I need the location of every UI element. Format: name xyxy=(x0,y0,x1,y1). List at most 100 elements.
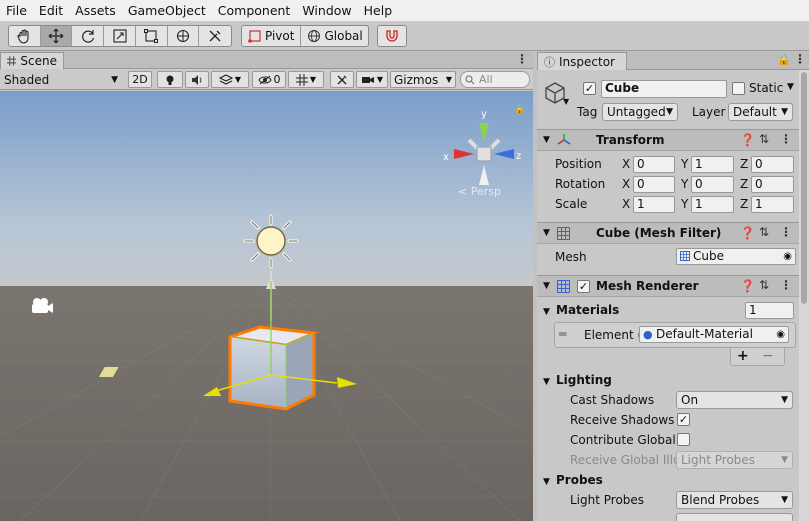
more-options-icon[interactable]: ⋮ xyxy=(780,132,792,146)
rotation-z-field[interactable]: 0 xyxy=(751,176,794,193)
contribute-gi-checkbox[interactable] xyxy=(677,433,690,446)
scale-x-field[interactable]: 1 xyxy=(633,196,675,213)
scale-tool-button[interactable] xyxy=(104,26,136,46)
help-icon[interactable]: ❓ xyxy=(740,226,755,240)
drag-handle-icon[interactable]: ═ xyxy=(559,327,566,341)
receive-shadows-checkbox[interactable]: ✓ xyxy=(677,413,690,426)
transform-title: Transform xyxy=(596,133,665,147)
object-picker-icon[interactable]: ◉ xyxy=(776,327,785,342)
more-options-icon[interactable]: ⋮ xyxy=(780,278,792,292)
magnet-icon xyxy=(386,30,398,42)
foldout-arrow-icon[interactable]: ▼ xyxy=(543,135,550,145)
mesh-filter-icon xyxy=(557,227,570,240)
active-checkbox[interactable]: ✓ xyxy=(583,82,596,95)
dropdown-arrow-icon: ▼ xyxy=(781,107,788,117)
scene-visibility-toggle[interactable]: 0 xyxy=(252,71,286,88)
menu-assets[interactable]: Assets xyxy=(69,0,122,21)
mesh-renderer-enabled-checkbox[interactable]: ✓ xyxy=(577,280,590,293)
more-options-icon[interactable]: ⋮ xyxy=(516,52,528,66)
menu-window[interactable]: Window xyxy=(296,0,357,21)
menu-help[interactable]: Help xyxy=(358,0,399,21)
grid-snap-button[interactable] xyxy=(378,26,406,46)
grid-dropdown[interactable]: ▼ xyxy=(288,71,324,88)
audio-toggle[interactable] xyxy=(185,71,209,88)
preset-icon[interactable]: ⇅ xyxy=(759,225,769,239)
menu-gameobject[interactable]: GameObject xyxy=(122,0,212,21)
preset-icon[interactable]: ⇅ xyxy=(759,132,769,146)
help-icon[interactable]: ❓ xyxy=(740,133,755,147)
materials-count-field[interactable]: 1 xyxy=(745,302,794,319)
scale-y-field[interactable]: 1 xyxy=(691,196,734,213)
mesh-filter-header[interactable]: ▼ Cube (Mesh Filter) ❓ ⇅ ⋮ xyxy=(537,222,799,244)
mode-2d-toggle[interactable]: 2D xyxy=(128,71,152,88)
help-icon[interactable]: ❓ xyxy=(740,279,755,293)
position-z-field[interactable]: 0 xyxy=(751,156,794,173)
effects-dropdown[interactable]: ▼ xyxy=(211,71,249,88)
mesh-renderer-icon xyxy=(557,280,570,293)
cast-shadows-dropdown[interactable]: On ▼ xyxy=(676,391,793,409)
inspector-scrollbar[interactable] xyxy=(799,70,809,521)
transform-header[interactable]: ▼ Transform ❓ ⇅ ⋮ xyxy=(537,129,799,151)
foldout-arrow-icon[interactable]: ▼ xyxy=(543,477,550,487)
foldout-arrow-icon[interactable]: ▼ xyxy=(543,281,550,291)
gizmos-dropdown[interactable]: Gizmos ▼ xyxy=(390,71,456,88)
material-field[interactable]: ● Default-Material ◉ xyxy=(639,326,789,343)
light-probes-dropdown[interactable]: Blend Probes ▼ xyxy=(676,491,793,509)
add-element-button[interactable]: + xyxy=(737,348,749,364)
foldout-arrow-icon[interactable]: ▼ xyxy=(543,377,550,387)
dropdown-arrow-icon[interactable]: ▼ xyxy=(787,82,794,92)
pivot-label: Pivot xyxy=(265,29,295,43)
dropdown-arrow-icon[interactable]: ▼ xyxy=(563,97,569,106)
scene-viewport[interactable]: y x z 🔒 < Persp xyxy=(0,91,533,521)
more-options-icon[interactable]: ⋮ xyxy=(780,225,792,239)
tag-label: Tag xyxy=(577,105,598,119)
search-input[interactable]: All xyxy=(460,71,530,88)
object-name-field[interactable]: Cube xyxy=(601,80,727,98)
scale-z-field[interactable]: 1 xyxy=(751,196,794,213)
more-options-icon[interactable]: ⋮ xyxy=(794,52,806,66)
info-icon: ⓘ xyxy=(544,55,555,69)
search-icon xyxy=(465,75,475,84)
snap-group xyxy=(377,25,407,47)
preset-icon[interactable]: ⇅ xyxy=(759,278,769,292)
transform-tool-button[interactable] xyxy=(167,26,200,46)
camera-dropdown[interactable]: ▼ xyxy=(356,71,388,88)
static-checkbox[interactable] xyxy=(732,82,745,95)
hand-tool-button[interactable] xyxy=(9,26,41,46)
tools-toggle[interactable] xyxy=(330,71,354,88)
layer-dropdown[interactable]: Default ▼ xyxy=(728,103,793,121)
global-toggle[interactable]: Global xyxy=(301,26,368,46)
foldout-arrow-icon[interactable]: ▼ xyxy=(543,307,550,317)
pivot-toggle[interactable]: Pivot xyxy=(242,26,302,46)
tag-dropdown[interactable]: Untagged ▼ xyxy=(602,103,678,121)
rotation-y-field[interactable]: 0 xyxy=(691,176,734,193)
speaker-icon xyxy=(192,74,202,85)
remove-element-button[interactable]: − xyxy=(762,348,774,364)
foldout-arrow-icon[interactable]: ▼ xyxy=(543,228,550,238)
rotate-tool-button[interactable] xyxy=(72,26,105,46)
shading-mode-dropdown[interactable]: Shaded ▼ xyxy=(4,71,120,88)
menu-file[interactable]: File xyxy=(0,0,33,21)
rect-tool-button[interactable] xyxy=(135,26,168,46)
tab-scene[interactable]: Scene xyxy=(0,52,64,69)
mesh-field[interactable]: Cube ◉ xyxy=(676,248,796,265)
tab-inspector[interactable]: ⓘ Inspector xyxy=(537,52,627,70)
perspective-label[interactable]: < Persp xyxy=(458,185,501,198)
menu-edit[interactable]: Edit xyxy=(33,0,69,21)
lock-icon[interactable]: 🔒 xyxy=(514,104,525,115)
custom-tool-button[interactable] xyxy=(199,26,231,46)
gizmos-label: Gizmos xyxy=(394,72,439,87)
position-y-field[interactable]: 1 xyxy=(691,156,734,173)
rotation-x-field[interactable]: 0 xyxy=(633,176,675,193)
object-picker-icon[interactable]: ◉ xyxy=(783,249,792,264)
move-tool-button[interactable] xyxy=(40,26,73,46)
tools-icon xyxy=(209,30,221,42)
lighting-toggle[interactable] xyxy=(157,71,183,88)
position-x-field[interactable]: 0 xyxy=(633,156,675,173)
lock-icon[interactable]: 🔒 xyxy=(777,53,791,66)
reflection-probes-dropdown[interactable] xyxy=(676,513,793,521)
lighting-label: Lighting xyxy=(556,373,612,387)
mesh-renderer-header[interactable]: ▼ ✓ Mesh Renderer ❓ ⇅ ⋮ xyxy=(537,275,799,297)
scrollbar-thumb[interactable] xyxy=(801,72,807,304)
menu-component[interactable]: Component xyxy=(212,0,297,21)
